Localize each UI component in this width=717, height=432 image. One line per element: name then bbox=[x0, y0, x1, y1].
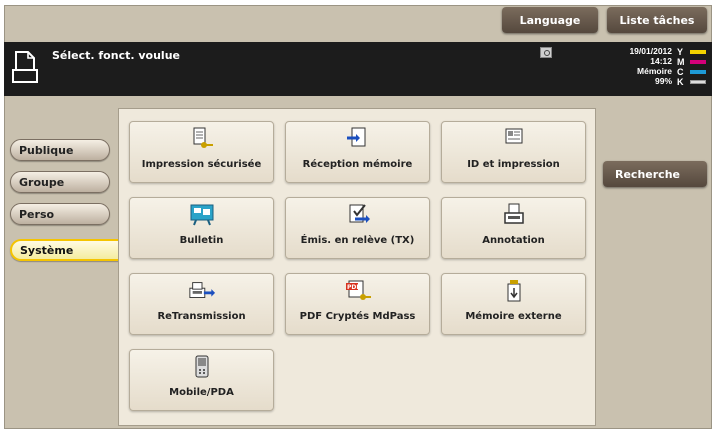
toner-m-label: M bbox=[677, 57, 685, 67]
tab-publique[interactable]: Publique bbox=[10, 139, 110, 161]
date-text: 19/01/2012 bbox=[629, 46, 672, 56]
toner-m-bar bbox=[690, 60, 706, 64]
polling-tx-button[interactable]: Émis. en relève (TX) bbox=[285, 197, 430, 259]
function-label: ReTransmission bbox=[157, 311, 246, 322]
bulletin-icon bbox=[188, 203, 216, 227]
function-label: PDF Cryptés MdPass bbox=[299, 311, 416, 322]
function-label: Annotation bbox=[482, 235, 545, 246]
language-button[interactable]: Language bbox=[502, 7, 598, 33]
function-grid: Impression sécurisée Réception mémoire I… bbox=[118, 108, 596, 426]
annotation-icon bbox=[500, 203, 528, 227]
retransmission-button[interactable]: ReTransmission bbox=[129, 273, 274, 335]
external-memory-button[interactable]: Mémoire externe bbox=[441, 273, 586, 335]
function-label: Réception mémoire bbox=[302, 159, 413, 170]
function-label: Impression sécurisée bbox=[141, 159, 262, 170]
copier-screen: Language Liste tâches Sélect. fonct. vou… bbox=[0, 0, 717, 432]
status-message: Sélect. fonct. voulue bbox=[52, 49, 180, 62]
toner-c-label: C bbox=[677, 67, 684, 77]
toner-k-label: K bbox=[677, 77, 684, 87]
pdf-encrypted-button[interactable]: PDF PDF Cryptés MdPass bbox=[285, 273, 430, 335]
task-list-button[interactable]: Liste tâches bbox=[607, 7, 707, 33]
annotation-button[interactable]: Annotation bbox=[441, 197, 586, 259]
memory-rx-button[interactable]: Réception mémoire bbox=[285, 121, 430, 183]
tab-perso[interactable]: Perso bbox=[10, 203, 110, 225]
svg-text:PDF: PDF bbox=[347, 284, 360, 291]
status-info: 19/01/2012 14:12 Mémoire 99% bbox=[606, 46, 672, 86]
mobile-pda-icon bbox=[188, 355, 216, 379]
pdf-encrypted-icon: PDF bbox=[344, 279, 372, 303]
secure-print-button[interactable]: Impression sécurisée bbox=[129, 121, 274, 183]
function-label: ID et impression bbox=[467, 159, 560, 170]
function-label: Émis. en relève (TX) bbox=[300, 235, 415, 246]
search-button[interactable]: Recherche bbox=[603, 161, 707, 187]
memory-value: 99% bbox=[654, 76, 672, 86]
camera-icon bbox=[540, 47, 552, 58]
document-icon bbox=[12, 51, 38, 83]
function-label: Mobile/PDA bbox=[169, 387, 234, 398]
toner-k-bar bbox=[690, 80, 706, 84]
time-text: 14:12 bbox=[650, 56, 672, 66]
secure-print-icon bbox=[188, 127, 216, 151]
polling-tx-icon bbox=[344, 203, 372, 227]
id-print-icon bbox=[500, 127, 528, 151]
status-bar: Sélect. fonct. voulue 19/01/2012 14:12 M… bbox=[4, 42, 712, 96]
memory-rx-icon bbox=[344, 127, 372, 151]
function-label: Mémoire externe bbox=[465, 311, 562, 322]
memory-label: Mémoire bbox=[637, 66, 672, 76]
toner-y-bar bbox=[690, 50, 706, 54]
toner-c-bar bbox=[690, 70, 706, 74]
bulletin-button[interactable]: Bulletin bbox=[129, 197, 274, 259]
tab-groupe[interactable]: Groupe bbox=[10, 171, 110, 193]
mobile-pda-button[interactable]: Mobile/PDA bbox=[129, 349, 274, 411]
tab-systeme[interactable]: Système bbox=[10, 239, 130, 261]
id-print-button[interactable]: ID et impression bbox=[441, 121, 586, 183]
function-label: Bulletin bbox=[179, 235, 224, 246]
external-memory-icon bbox=[500, 279, 528, 303]
toner-y-label: Y bbox=[677, 47, 684, 57]
retransmission-icon bbox=[188, 279, 216, 303]
